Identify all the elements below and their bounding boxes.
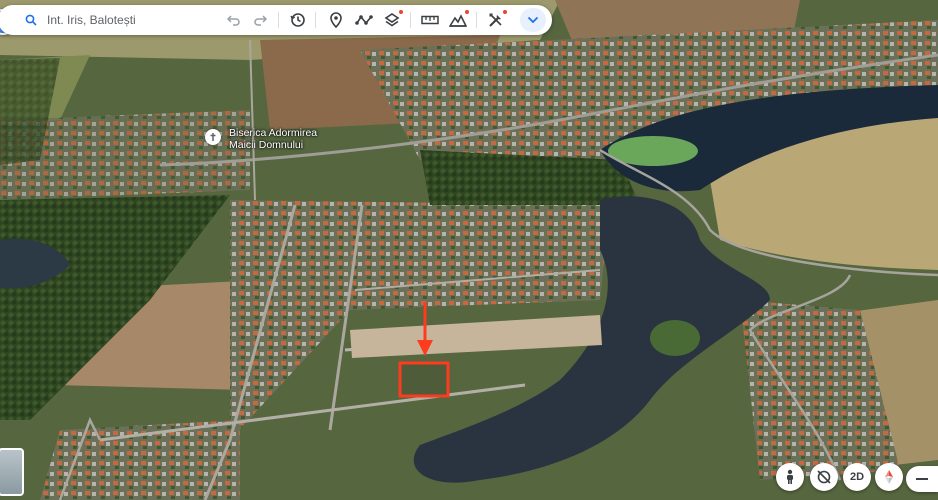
ruler-button[interactable] <box>419 9 441 31</box>
pegman-icon <box>787 469 793 484</box>
path-icon <box>355 15 373 25</box>
toolbar-divider <box>410 12 411 28</box>
view-2d-label: 2D <box>849 471 865 483</box>
map-thumbnail[interactable] <box>0 448 24 496</box>
search-input[interactable] <box>45 12 199 28</box>
notification-dot <box>465 10 469 14</box>
toolbar-divider <box>278 12 279 28</box>
toolbar-divider <box>315 12 316 28</box>
rotate-disabled-icon <box>817 470 831 484</box>
redo-button[interactable] <box>249 9 271 31</box>
top-toolbar <box>0 5 552 35</box>
toolbar-divider <box>476 12 477 28</box>
location-pin-icon <box>330 12 342 28</box>
history-button[interactable] <box>287 9 309 31</box>
path-button[interactable] <box>353 9 375 31</box>
tools-icon <box>489 13 502 27</box>
place-label-line1: Biserica Adormirea <box>229 127 318 139</box>
map-place-label[interactable]: Biserica Adormirea Maicii Domnului <box>205 127 317 151</box>
history-icon <box>290 13 305 27</box>
more-button[interactable] <box>520 8 546 32</box>
terrain-button[interactable] <box>447 9 469 31</box>
layers-icon <box>384 13 400 27</box>
chevron-down-icon <box>527 16 539 24</box>
terrain-icon <box>449 14 467 27</box>
placemark-button[interactable] <box>325 9 347 31</box>
ruler-icon <box>421 15 439 25</box>
undo-button[interactable] <box>223 9 245 31</box>
layers-button[interactable] <box>381 9 403 31</box>
rotate-button[interactable] <box>810 463 838 491</box>
place-label-line2: Maicii Domnului <box>229 139 304 151</box>
search-icon <box>25 14 37 26</box>
notification-dot <box>399 10 403 14</box>
redo-icon <box>254 15 267 26</box>
notification-dot <box>503 10 507 14</box>
church-icon <box>205 129 221 145</box>
minus-icon <box>916 478 928 480</box>
zoom-out-button[interactable] <box>906 466 938 492</box>
search-box[interactable] <box>16 7 214 33</box>
view-2d-button[interactable]: 2D <box>843 463 871 491</box>
compass-icon <box>885 470 893 484</box>
tools-button[interactable] <box>485 9 507 31</box>
compass-button[interactable] <box>875 463 903 491</box>
satellite-map[interactable] <box>0 0 938 500</box>
undo-icon <box>227 15 240 26</box>
street-view-button[interactable] <box>776 463 804 491</box>
